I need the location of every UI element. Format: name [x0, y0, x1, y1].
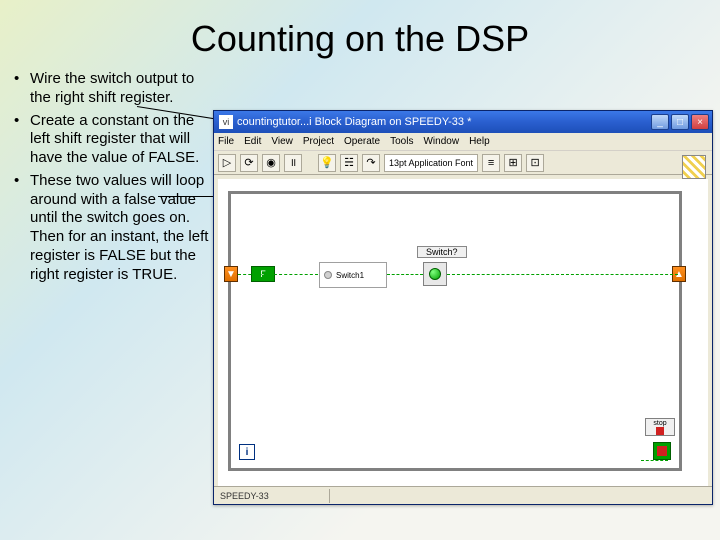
- menu-project[interactable]: Project: [303, 136, 334, 147]
- run-cont-button[interactable]: ⟳: [240, 154, 258, 172]
- status-target: SPEEDY-33: [220, 491, 269, 501]
- pause-button[interactable]: ॥: [284, 154, 302, 172]
- abort-button[interactable]: ◉: [262, 154, 280, 172]
- wire: [387, 274, 423, 275]
- status-separator: [329, 489, 330, 503]
- loop-iteration-terminal[interactable]: i: [239, 444, 255, 460]
- reorder-button[interactable]: ⊡: [526, 154, 544, 172]
- maximize-button[interactable]: □: [671, 114, 689, 130]
- bullet-item: Create a constant on the left shift regi…: [12, 112, 210, 168]
- switch-terminal[interactable]: [423, 262, 447, 286]
- menu-tools[interactable]: Tools: [390, 136, 413, 147]
- switch-terminal-label: Switch?: [417, 246, 467, 258]
- bullet-list: Wire the switch output to the right shif…: [0, 70, 210, 288]
- menu-view[interactable]: View: [271, 136, 293, 147]
- wire: [447, 274, 678, 275]
- switch-express-vi[interactable]: Switch1: [319, 262, 387, 288]
- app-icon: vi: [219, 115, 233, 129]
- close-button[interactable]: ×: [691, 114, 709, 130]
- run-button[interactable]: ▷: [218, 154, 236, 172]
- step-button[interactable]: ↷: [362, 154, 380, 172]
- bullet-item: These two values will loop around with a…: [12, 172, 210, 285]
- retain-button[interactable]: ☵: [340, 154, 358, 172]
- stop-control-label: stop: [653, 420, 666, 427]
- status-bar: SPEEDY-33: [214, 486, 712, 504]
- wire: [641, 460, 668, 461]
- menu-help[interactable]: Help: [469, 136, 490, 147]
- toolbar: ▷ ⟳ ◉ ॥ 💡 ☵ ↷ 13pt Application Font ≡ ⊞ …: [214, 151, 712, 175]
- vi-icon[interactable]: [682, 155, 706, 179]
- font-selector[interactable]: 13pt Application Font: [384, 154, 478, 172]
- menu-operate[interactable]: Operate: [344, 136, 380, 147]
- wire: [238, 274, 318, 275]
- block-diagram-canvas[interactable]: ▼ ▲ F Switch1 Switch? i stop: [218, 179, 708, 491]
- loop-condition-terminal[interactable]: [653, 442, 671, 460]
- slide-title: Counting on the DSP: [0, 0, 720, 70]
- stop-control[interactable]: stop: [645, 418, 675, 436]
- menu-window[interactable]: Window: [423, 136, 459, 147]
- menu-file[interactable]: File: [218, 136, 234, 147]
- stop-octagon-icon: [657, 446, 667, 456]
- highlight-button[interactable]: 💡: [318, 154, 336, 172]
- align-button[interactable]: ≡: [482, 154, 500, 172]
- labview-window: vi countingtutor...i Block Diagram on SP…: [213, 110, 713, 505]
- stop-icon: [656, 427, 664, 435]
- shift-register-left[interactable]: ▼: [224, 266, 238, 282]
- switch-box-label: Switch1: [336, 271, 364, 280]
- minimize-button[interactable]: _: [651, 114, 669, 130]
- bullet-item: Wire the switch output to the right shif…: [12, 70, 210, 108]
- window-title: countingtutor...i Block Diagram on SPEED…: [237, 116, 651, 128]
- window-titlebar[interactable]: vi countingtutor...i Block Diagram on SP…: [214, 111, 712, 133]
- distribute-button[interactable]: ⊞: [504, 154, 522, 172]
- menu-edit[interactable]: Edit: [244, 136, 261, 147]
- boolean-led-icon: [429, 268, 441, 280]
- while-loop[interactable]: ▼ ▲ F Switch1 Switch? i stop: [228, 191, 682, 471]
- menu-bar: File Edit View Project Operate Tools Win…: [214, 133, 712, 151]
- led-icon: [324, 271, 332, 279]
